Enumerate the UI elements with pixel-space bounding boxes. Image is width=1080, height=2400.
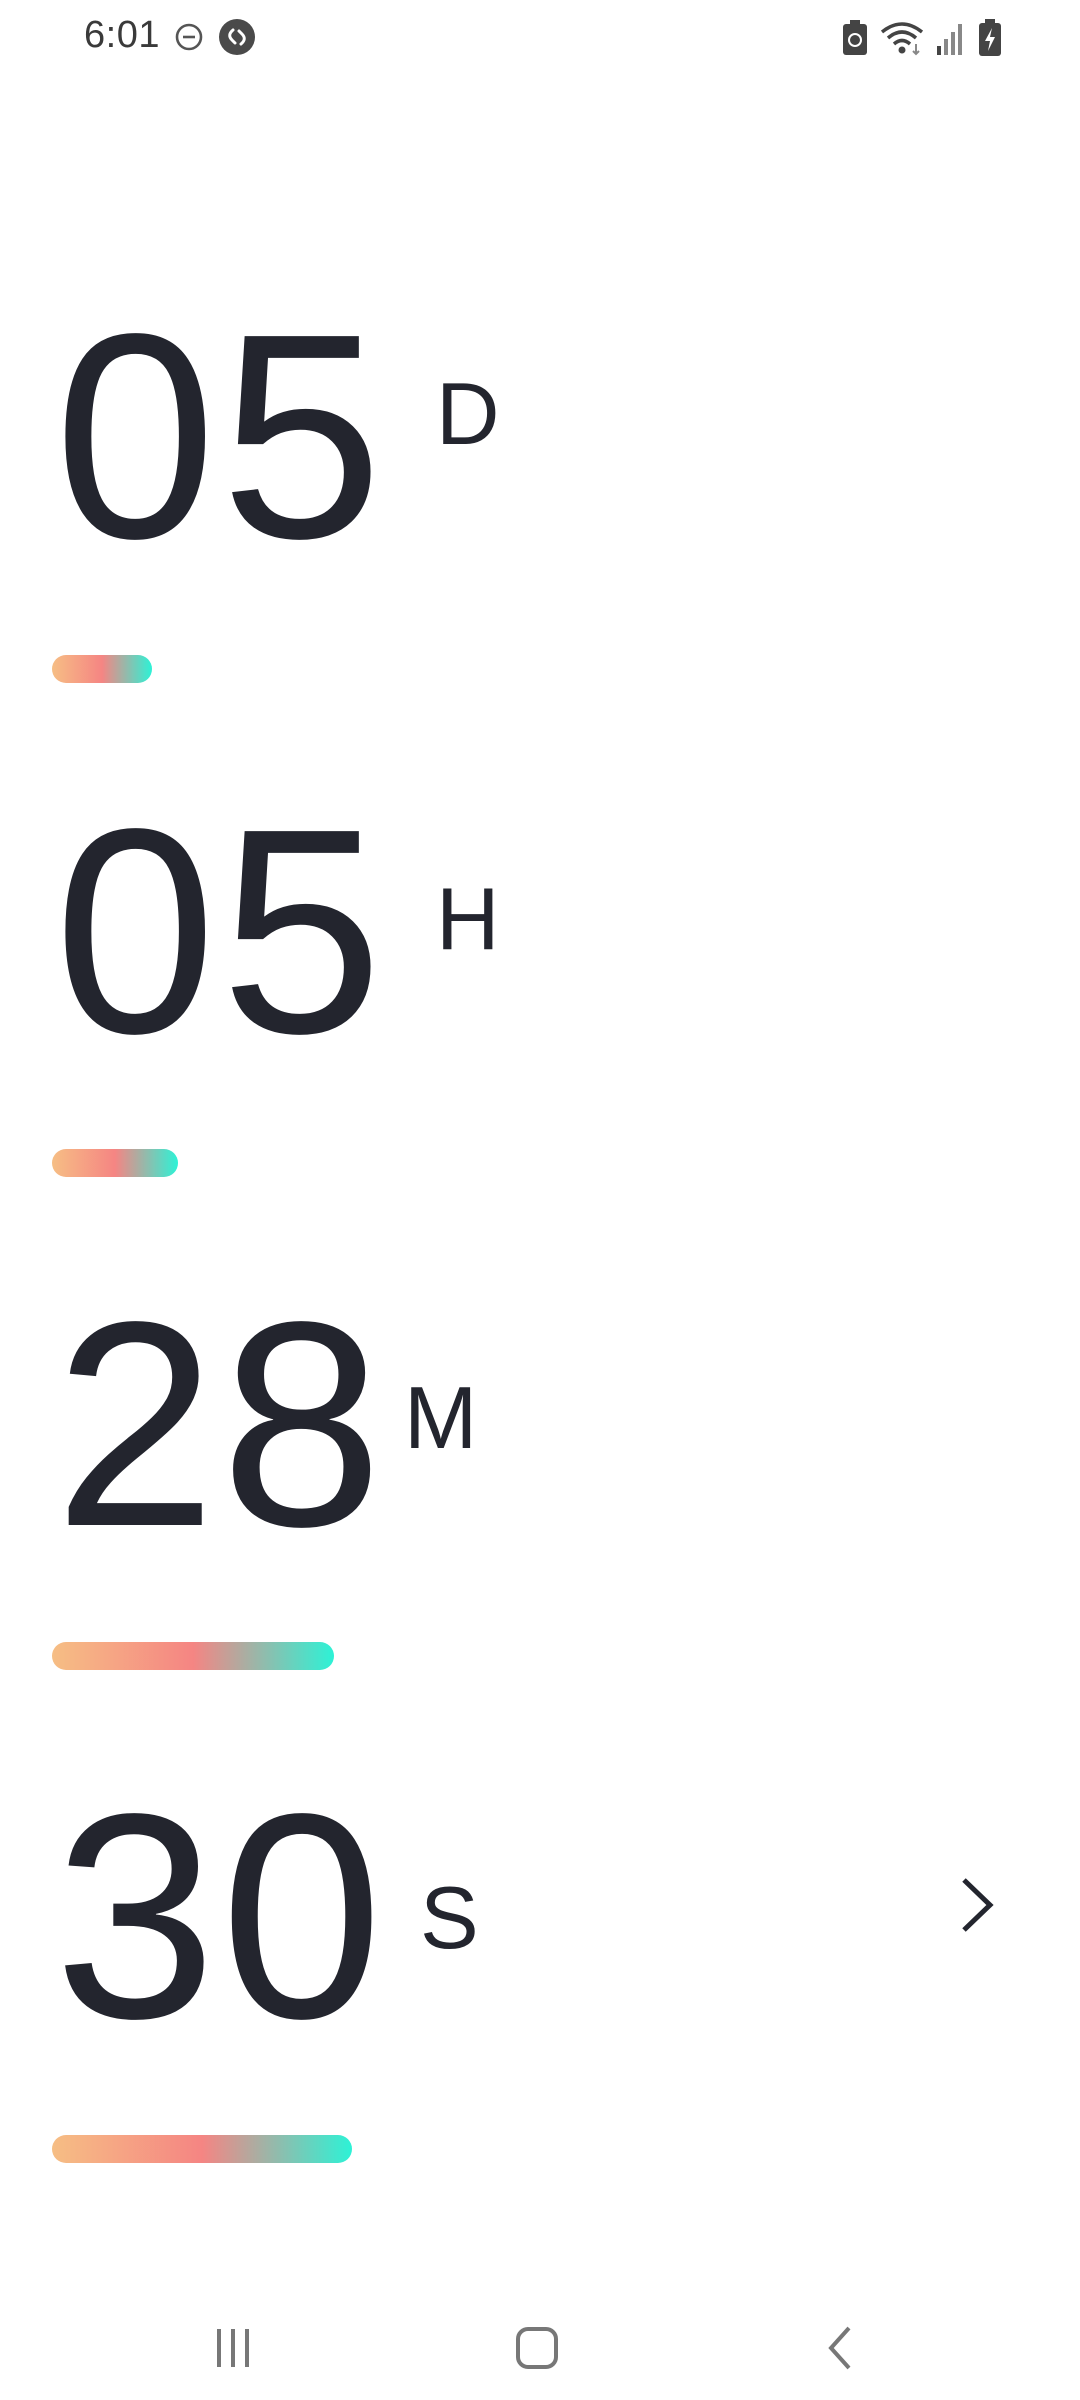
hours-label: H: [436, 869, 500, 968]
status-time: 6:01: [84, 14, 160, 56]
battery-saver-icon: [843, 20, 867, 55]
seconds-progress-bar: [52, 2135, 652, 2163]
days-label: D: [436, 364, 500, 463]
back-icon: [828, 2326, 851, 2370]
days-progress-bar: [52, 655, 652, 683]
seconds-label: S: [420, 1868, 479, 1967]
minutes-label: M: [404, 1368, 478, 1467]
seconds-progress-fill: [52, 2135, 352, 2163]
back-button[interactable]: [800, 2308, 880, 2388]
days-value: 05: [54, 273, 387, 599]
minutes-value: 28: [54, 1261, 387, 1587]
chevron-right-icon: [962, 1878, 994, 1932]
minutes-progress-fill: [52, 1642, 334, 1670]
status-bar: 6:01: [0, 0, 1080, 80]
signal-icon: [937, 24, 962, 55]
days-progress-fill: [52, 655, 153, 683]
do-not-disturb-icon: [175, 23, 203, 51]
shazam-icon: [219, 19, 255, 55]
hours-progress-bar: [52, 1149, 652, 1177]
status-icons: [842, 16, 1002, 60]
next-button[interactable]: [950, 1870, 1006, 1940]
home-button[interactable]: [497, 2308, 577, 2388]
recent-apps-icon: [217, 2329, 249, 2367]
seconds-value: 30: [54, 1753, 387, 2079]
hours-progress-fill: [52, 1149, 178, 1177]
hours-value: 05: [54, 768, 387, 1094]
home-icon: [516, 2327, 558, 2369]
wifi-icon: [880, 22, 924, 56]
battery-charging-icon: [979, 19, 1001, 56]
navigation-bar: [0, 2290, 1080, 2400]
minutes-progress-bar: [52, 1642, 652, 1670]
recent-apps-button[interactable]: [193, 2308, 273, 2388]
